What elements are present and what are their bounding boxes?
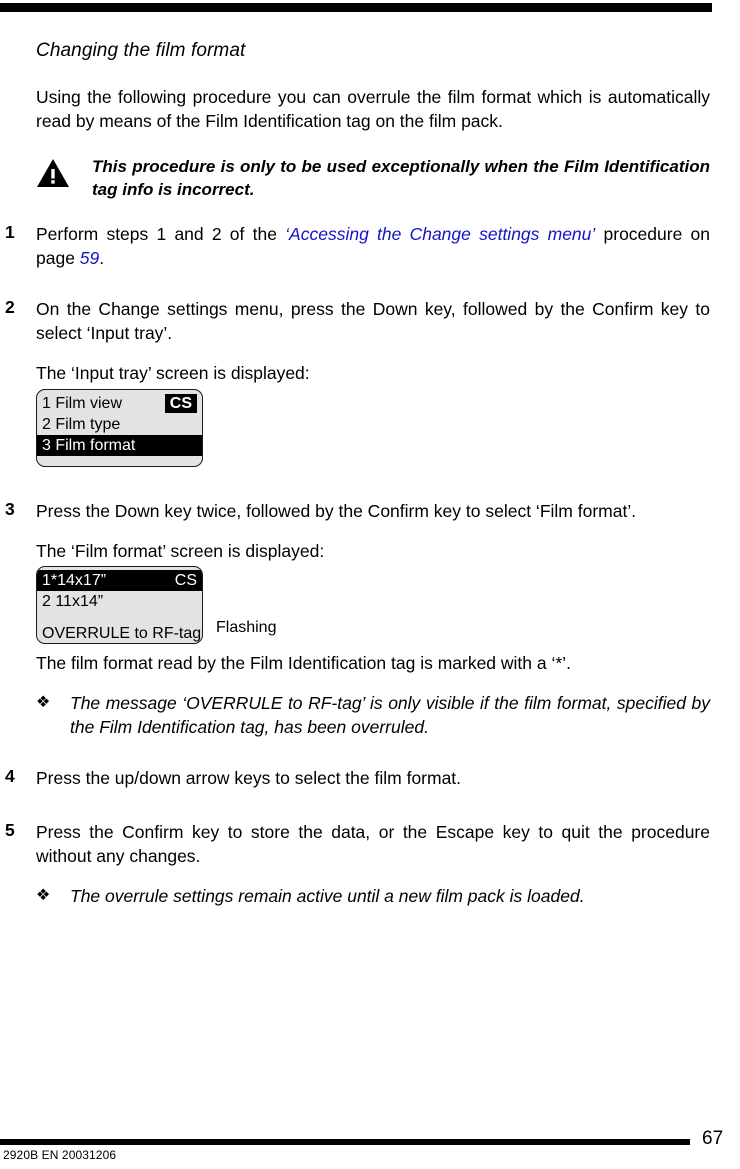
footer-document-code: 2920B EN 20031206 [3,1148,117,1162]
lcd-row[interactable]: 1 Film view CS [37,393,202,414]
flashing-annotation: Flashing [216,619,277,636]
header-rule [0,3,712,12]
lcd-spacer [37,612,202,623]
diamond-bullet-icon: ❖ [36,694,51,711]
warning-triangle-icon [36,155,74,193]
lcd-screen-film-format: 1*14x17” CS 2 11x14” OVERRULE to RF-tag [36,566,203,644]
step-3-body: Press the Down key twice, followed by th… [36,499,710,563]
page-title: Changing the film format [36,40,246,61]
step-2-body: On the Change settings menu, press the D… [36,297,710,385]
step-2-subtext: The ‘Input tray’ screen is displayed: [36,363,310,383]
page-reference-link[interactable]: 59 [80,248,99,268]
warning-note: This procedure is only to be used except… [36,155,710,201]
diamond-bullet-icon: ❖ [36,887,51,904]
note-text: The message ‘OVERRULE to RF-tag’ is only… [70,693,710,737]
step-1-text: Perform steps 1 and 2 of the ‘Accessing … [36,222,710,270]
warning-text: This procedure is only to be used except… [92,157,710,199]
step-5-number: 5 [5,820,15,840]
lcd-row-selected[interactable]: 1*14x17” CS [37,570,202,591]
lcd-row-label: 2 11x14” [42,593,104,610]
note-text: The overrule settings remain active unti… [70,886,585,906]
lcd-screen-input-tray: 1 Film view CS 2 Film type 3 Film format [36,389,203,467]
accessing-change-settings-link[interactable]: ‘Accessing the Change settings menu’ [285,224,595,244]
step-3-text: Press the Down key twice, followed by th… [36,501,637,521]
lcd-row-label: 1 Film view [42,395,123,412]
step-1-text-before: Perform steps 1 and 2 of the [36,224,286,244]
step-1-text-after: . [99,248,105,268]
step-2-number: 2 [5,297,15,317]
step-5-text: Press the Confirm key to store the data,… [36,822,710,866]
lcd-row-label: 2 Film type [42,416,121,433]
lcd-row[interactable]: 2 Film type [37,414,202,435]
cs-badge: CS [174,572,197,589]
step-3-subtext: The ‘Film format’ screen is displayed: [36,541,325,561]
step-3-number: 3 [5,499,15,519]
lcd-row-label: 1*14x17” [42,572,107,589]
page-number: 67 [702,1128,724,1149]
cs-badge: CS [164,394,197,413]
lcd-row-label: 3 Film format [42,437,136,454]
intro-paragraph: Using the following procedure you can ov… [36,87,710,131]
lcd-status-line: OVERRULE to RF-tag [37,623,202,643]
lcd-row[interactable]: 2 11x14” [37,591,202,612]
step-4-text: Press the up/down arrow keys to select t… [36,768,462,788]
lcd-status-text: OVERRULE to RF-tag [42,625,202,642]
lcd-row-selected[interactable]: 3 Film format [37,435,202,456]
asterisk-note: The film format read by the Film Identif… [36,653,571,673]
step-2-text: On the Change settings menu, press the D… [36,299,710,343]
step-1-number: 1 [5,222,15,242]
step-4-number: 4 [5,766,15,786]
footer-rule [0,1139,690,1145]
